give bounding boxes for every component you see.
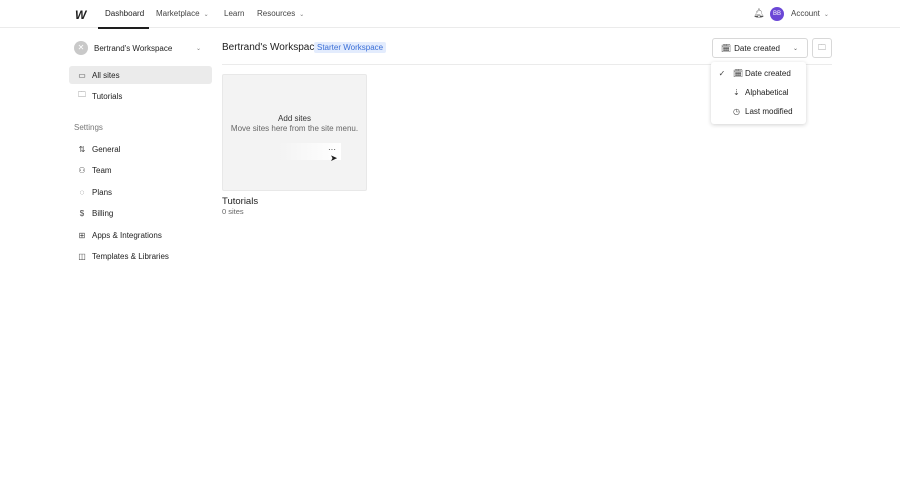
sort-option-label: Alphabetical [745, 87, 789, 97]
sort-option-date-created[interactable]: ✓ 🗓︎ Date created [711, 64, 806, 82]
active-tab-indicator [98, 27, 149, 29]
chevron-down-icon: ⌄ [203, 12, 209, 18]
account-menu[interactable]: Account ⌄ [791, 9, 829, 18]
apps-icon: ⊞ [78, 230, 86, 240]
nav-marketplace-label: Marketplace [156, 9, 200, 18]
account-label: Account [791, 9, 820, 18]
sort-value: Date created [734, 43, 780, 53]
avatar[interactable]: BB [770, 7, 784, 21]
sidebar-item-templates[interactable]: ◫ Templates & Libraries [69, 247, 212, 265]
folder-plus-icon: 🗀︎ [818, 43, 826, 52]
sidebar-item-label: Templates & Libraries [92, 251, 169, 261]
chevron-down-icon: ⌄ [299, 12, 305, 18]
sidebar-item-label: Team [92, 165, 112, 175]
check-icon: ✓ [718, 68, 726, 78]
folder-card[interactable]: Add sites Move sites here from the site … [222, 74, 367, 191]
nav-marketplace[interactable]: Marketplace ⌄ [156, 9, 209, 18]
sort-option-label: Last modified [745, 106, 793, 116]
sidebar-item-apps[interactable]: ⊞ Apps & Integrations [69, 226, 212, 244]
sort-option-alphabetical[interactable]: ⇣ Alphabetical [711, 83, 806, 101]
empty-title: Add sites [278, 114, 311, 123]
new-folder-button[interactable]: 🗀︎ [812, 38, 832, 58]
settings-heading: Settings [74, 123, 103, 132]
empty-text: Move sites here from the site menu. [230, 124, 359, 133]
sort-alpha-icon: ⇣ [733, 87, 740, 97]
template-icon: ◫ [78, 251, 86, 261]
nav-learn[interactable]: Learn [224, 9, 244, 18]
sort-menu: ✓ 🗓︎ Date created ⇣ Alphabetical ◷ Last modi… [711, 62, 806, 124]
webflow-logo[interactable]: W [75, 8, 86, 22]
sidebar-item-team[interactable]: ⚇ Team [69, 161, 212, 179]
bell-icon[interactable]: 🔔︎ [753, 8, 764, 19]
sort-select[interactable]: 🗓︎ Date created ⌄ [712, 38, 808, 58]
sidebar-item-label: All sites [92, 70, 120, 80]
sidebar-item-label: Apps & Integrations [92, 230, 162, 240]
users-icon: ⚇ [78, 165, 86, 175]
dollar-icon: $ [79, 208, 85, 218]
sliders-icon: ⇅ [78, 144, 86, 154]
sidebar-item-general[interactable]: ⇅ General [69, 140, 212, 158]
chevron-down-icon: ⌄ [823, 12, 829, 18]
sidebar-item-all-sites[interactable]: ▭ All sites [69, 66, 212, 84]
folder-icon: 🗀︎ [78, 90, 86, 99]
chevron-down-icon: ⌄ [196, 45, 202, 52]
stack-icon: ▭ [78, 70, 86, 80]
workspace-avatar-icon: ✕ [74, 41, 88, 55]
sidebar-item-label: Tutorials [92, 91, 123, 101]
sidebar-item-billing[interactable]: $ Billing [69, 204, 212, 222]
chevron-down-icon: ⌄ [793, 45, 799, 52]
sort-option-label: Date created [745, 68, 791, 78]
sidebar-item-plans[interactable]: ◌ Plans [69, 183, 212, 201]
calendar-icon: 🗓︎ [721, 43, 732, 53]
sidebar-item-label: General [92, 144, 121, 154]
clock-icon: ◷ [733, 106, 740, 116]
workspace-switcher[interactable]: ✕ Bertrand's Workspace ⌄ [74, 41, 214, 55]
folder-count: 0 sites [222, 207, 244, 216]
folder-name[interactable]: Tutorials [222, 196, 258, 207]
sort-option-last-modified[interactable]: ◷ Last modified [711, 102, 806, 120]
sidebar-item-label: Billing [92, 208, 114, 218]
page-title: Bertrand's Workspace [222, 42, 320, 53]
sidebar-item-tutorials[interactable]: 🗀︎ Tutorials [69, 87, 212, 105]
sidebar-item-label: Plans [92, 187, 113, 197]
calendar-icon: 🗓︎ [733, 68, 744, 78]
nav-resources[interactable]: Resources ⌄ [257, 9, 304, 18]
nav-dashboard[interactable]: Dashboard [105, 9, 144, 18]
plans-icon: ◌ [79, 187, 85, 197]
top-nav: W Dashboard Marketplace ⌄ Learn Resources… [0, 0, 900, 29]
nav-resources-label: Resources [257, 9, 296, 18]
plan-badge[interactable]: Starter Workspace [314, 42, 387, 53]
workspace-name: Bertrand's Workspace [94, 43, 173, 53]
cursor-icon: ➤ [330, 153, 338, 163]
